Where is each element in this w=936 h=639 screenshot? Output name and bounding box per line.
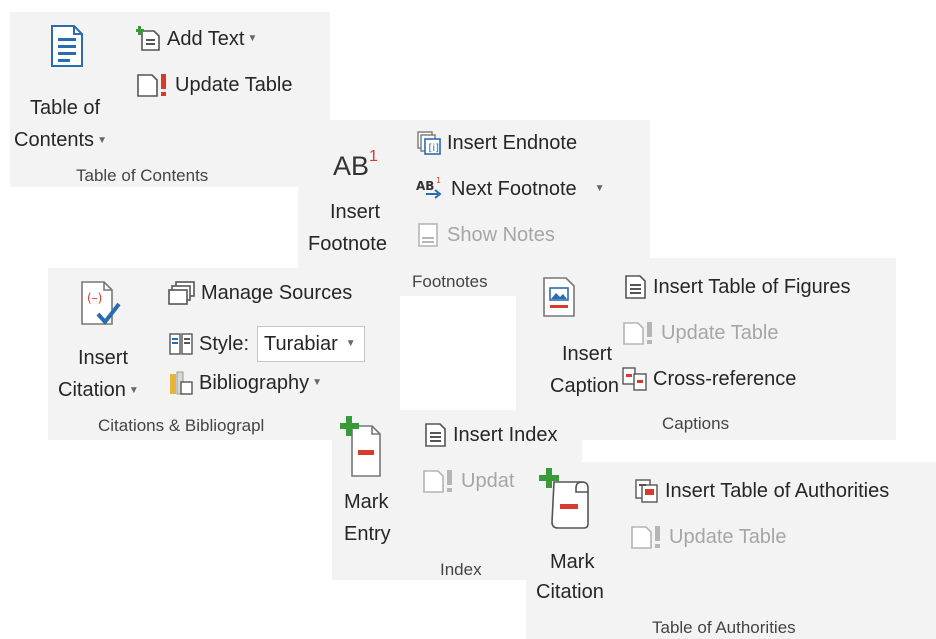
- insert-caption-button[interactable]: Insert Caption: [516, 268, 619, 400]
- insert-citation-label-line2: Citation ▼: [58, 378, 139, 403]
- mark-entry-label-line2: Entry: [344, 523, 391, 545]
- mark-entry-button[interactable]: Mark Entry: [334, 414, 414, 550]
- insert-citation-label-text: Citation: [58, 379, 126, 401]
- captions-group-label: Captions: [662, 414, 730, 433]
- insert-index-button[interactable]: Insert Index: [422, 422, 558, 448]
- next-footnote-label: Next Footnote: [451, 178, 577, 200]
- insert-endnote-icon: [i]: [416, 130, 442, 156]
- svg-text:1: 1: [436, 176, 441, 185]
- show-notes-icon: [416, 222, 442, 248]
- insert-citation-label-line1: Insert: [78, 347, 129, 369]
- captions-update-table-label: Update Table: [661, 322, 779, 344]
- next-footnote-icon: AB 1: [416, 176, 446, 202]
- mark-citation-label-line2: Citation: [536, 581, 604, 603]
- insert-caption-label-line1: Insert: [562, 343, 613, 365]
- cross-reference-label: Cross-reference: [653, 368, 797, 390]
- cross-reference-icon: [622, 366, 648, 392]
- insert-table-of-figures-button[interactable]: Insert Table of Figures: [622, 274, 851, 300]
- insert-footnote-label-line2: Footnote: [308, 233, 387, 255]
- mark-entry-icon: [340, 416, 390, 480]
- bibliography-label: Bibliography: [199, 372, 310, 394]
- chevron-down-icon: ▼: [128, 384, 139, 396]
- insert-index-icon: [422, 422, 448, 448]
- captions-update-table-button[interactable]: Update Table: [622, 320, 779, 346]
- bibliography-icon: [168, 370, 194, 396]
- toc-big-label-line2: Contents ▼: [14, 128, 107, 153]
- chevron-down-icon: ▼: [312, 377, 322, 388]
- next-footnote-button[interactable]: AB 1 Next Footnote ▼: [416, 176, 605, 202]
- show-notes-button[interactable]: Show Notes: [416, 222, 555, 248]
- add-text-button[interactable]: Add Text ▼: [136, 26, 257, 52]
- index-update-button[interactable]: Updat: [422, 468, 514, 494]
- toc-update-table-button[interactable]: Update Table: [136, 72, 293, 98]
- style-row: Style: Turabiar ▼: [168, 326, 365, 362]
- index-update-label: Updat: [461, 470, 515, 492]
- svg-text:(–): (–): [87, 291, 102, 305]
- citations-group-label: Citations & Bibliograpl: [98, 416, 265, 435]
- index-group-label: Index: [440, 560, 482, 579]
- insert-table-of-authorities-label: Insert Table of Authorities: [665, 480, 890, 502]
- authorities-update-table-button[interactable]: Update Table: [630, 524, 787, 550]
- table-of-contents-icon: [50, 24, 84, 68]
- style-dropdown-value: Turabiar: [264, 333, 338, 355]
- insert-table-of-figures-label: Insert Table of Figures: [653, 276, 851, 298]
- bibliography-button[interactable]: Bibliography ▼: [168, 370, 322, 396]
- toc-big-label-line1: Table of: [30, 97, 101, 119]
- add-text-icon: [136, 26, 162, 52]
- table-of-authorities-icon: [634, 478, 660, 504]
- mark-citation-button[interactable]: Mark Citation: [528, 464, 632, 610]
- toc-big-button[interactable]: Table of Contents ▼: [14, 20, 126, 160]
- manage-sources-button[interactable]: Manage Sources: [168, 280, 352, 306]
- svg-text:AB: AB: [416, 179, 434, 193]
- style-dropdown[interactable]: Turabiar ▼: [257, 326, 365, 362]
- table-of-figures-icon: [622, 274, 648, 300]
- chevron-down-icon[interactable]: ▼: [595, 177, 605, 201]
- chevron-down-icon: ▼: [97, 134, 107, 146]
- footnote-icon: AB1: [333, 142, 378, 181]
- insert-caption-icon: [542, 276, 576, 318]
- cross-reference-button[interactable]: Cross-reference: [622, 366, 796, 392]
- insert-endnote-button[interactable]: [i] Insert Endnote: [416, 130, 577, 156]
- chevron-down-icon: ▼: [345, 338, 356, 349]
- insert-footnote-button[interactable]: AB1 Insert Footnote: [300, 128, 412, 258]
- footnotes-group-label: Footnotes: [412, 272, 488, 291]
- toc-update-table-label: Update Table: [175, 74, 293, 96]
- insert-index-label: Insert Index: [453, 424, 558, 446]
- insert-footnote-label-line1: Insert: [330, 201, 381, 223]
- toc-group-label: Table of Contents: [76, 166, 209, 185]
- mark-citation-label-line1: Mark: [550, 551, 595, 573]
- manage-sources-label: Manage Sources: [201, 282, 353, 304]
- insert-endnote-label: Insert Endnote: [447, 132, 578, 154]
- update-table-icon: [422, 468, 456, 494]
- toc-big-label-text: Contents: [14, 129, 95, 151]
- footnote-icon-text: AB: [333, 151, 370, 181]
- authorities-group-label: Table of Authorities: [652, 618, 796, 637]
- style-icon: [168, 331, 194, 357]
- style-label: Style:: [199, 333, 250, 355]
- manage-sources-icon: [168, 280, 196, 306]
- insert-table-of-authorities-button[interactable]: Insert Table of Authorities: [634, 478, 889, 504]
- chevron-down-icon: ▼: [247, 33, 258, 44]
- mark-entry-label-line1: Mark: [344, 491, 389, 513]
- update-table-icon: [630, 524, 664, 550]
- insert-caption-label-line2: Caption: [550, 375, 619, 397]
- footnote-icon-sup: 1: [369, 148, 378, 165]
- authorities-update-table-label: Update Table: [669, 526, 787, 548]
- add-text-label: Add Text: [167, 28, 245, 50]
- update-table-icon: [622, 320, 656, 346]
- svg-text:[i]: [i]: [429, 143, 440, 154]
- insert-citation-button[interactable]: (–) Insert Citation ▼: [50, 272, 162, 410]
- show-notes-label: Show Notes: [447, 224, 555, 246]
- update-table-icon: [136, 72, 170, 98]
- mark-citation-icon: [538, 468, 594, 532]
- insert-citation-icon: (–): [78, 280, 122, 328]
